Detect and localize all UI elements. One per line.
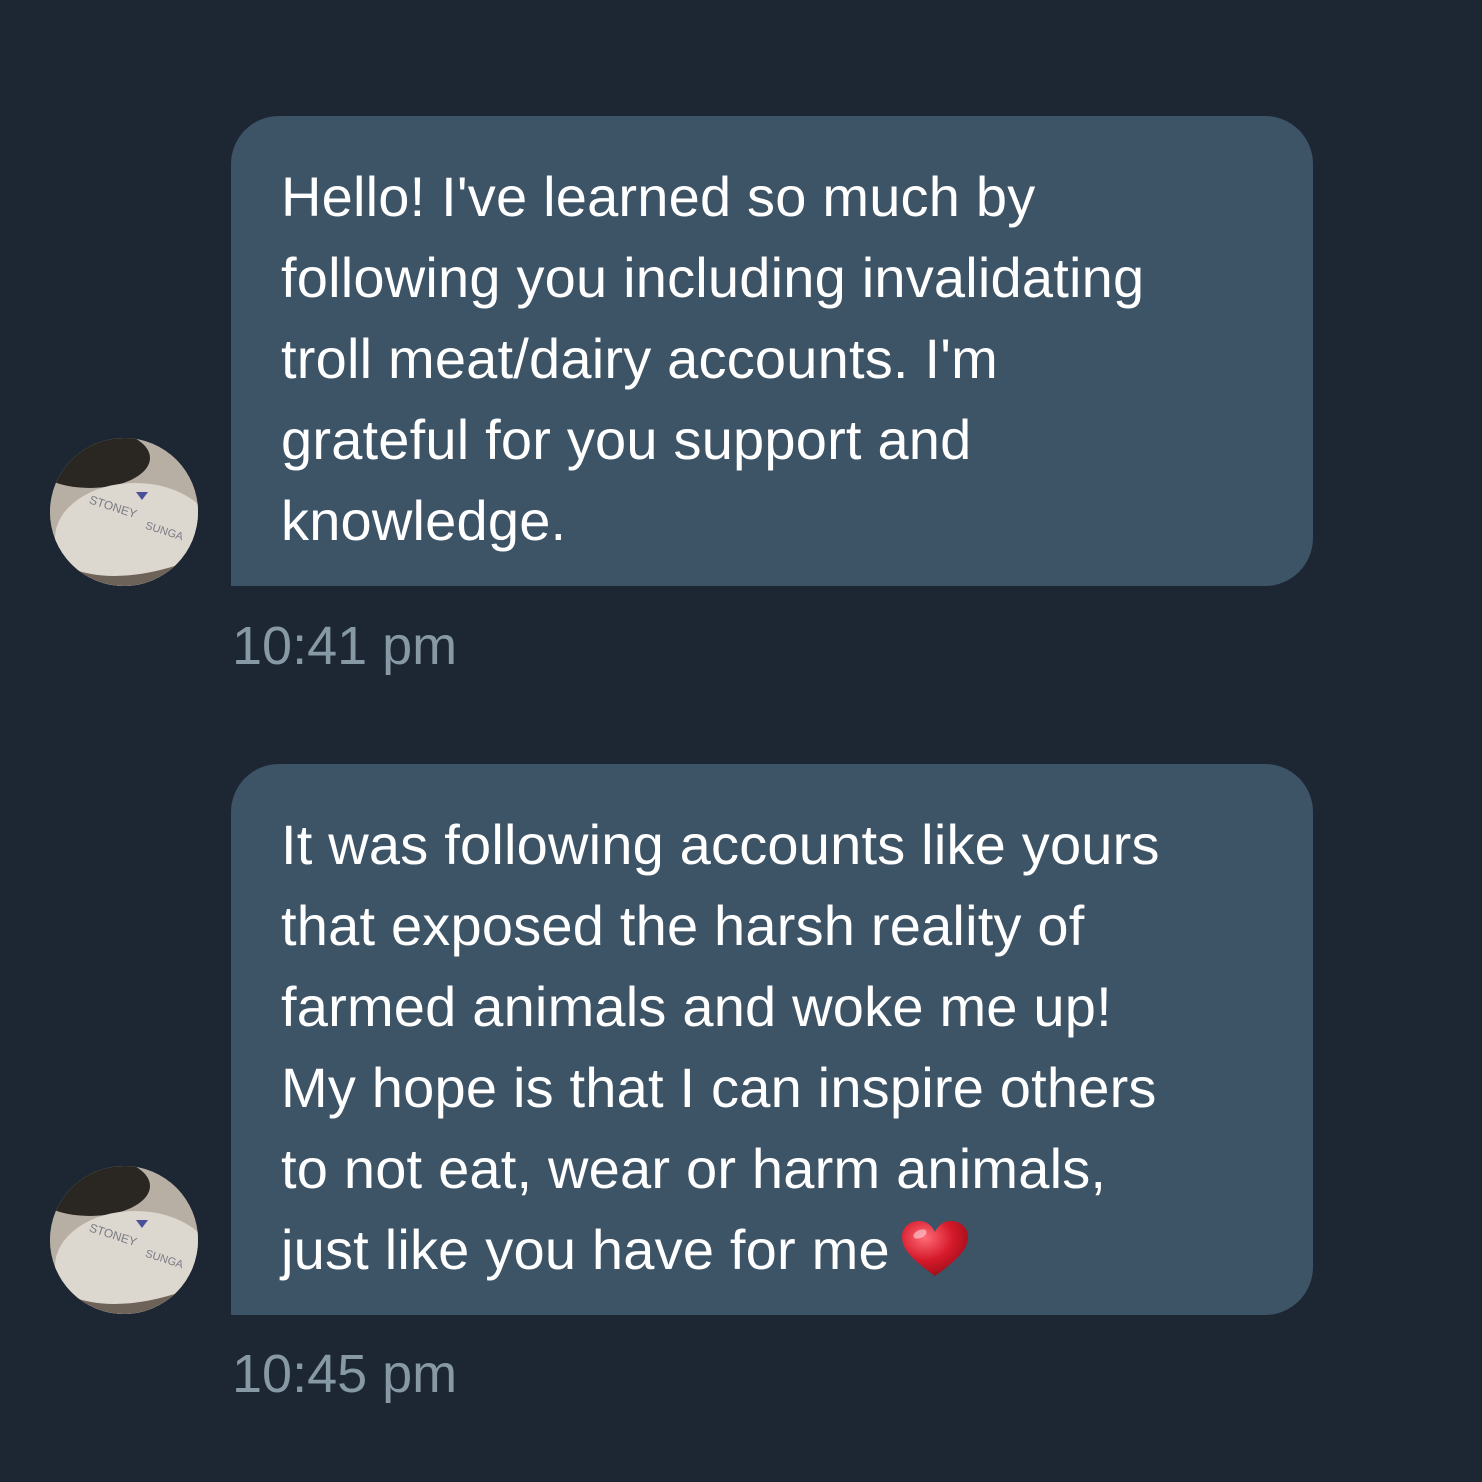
message-text: It was following accounts like yours tha…	[281, 813, 1160, 1281]
message-bubble[interactable]: It was following accounts like yours tha…	[231, 764, 1313, 1315]
message-bubble[interactable]: Hello! I've learned so much by following…	[231, 116, 1313, 586]
heart-icon	[900, 1220, 970, 1280]
dm-conversation: STONEY SUNGA Hello! I've learned so much…	[0, 0, 1482, 1482]
message-text: Hello! I've learned so much by following…	[281, 165, 1145, 552]
avatar-photo-icon: STONEY SUNGA	[50, 1166, 198, 1314]
avatar-photo-icon: STONEY SUNGA	[50, 438, 198, 586]
sender-avatar[interactable]: STONEY SUNGA	[50, 1166, 198, 1314]
message-timestamp: 10:41 pm	[232, 616, 458, 676]
sender-avatar[interactable]: STONEY SUNGA	[50, 438, 198, 586]
message-timestamp: 10:45 pm	[232, 1344, 458, 1404]
